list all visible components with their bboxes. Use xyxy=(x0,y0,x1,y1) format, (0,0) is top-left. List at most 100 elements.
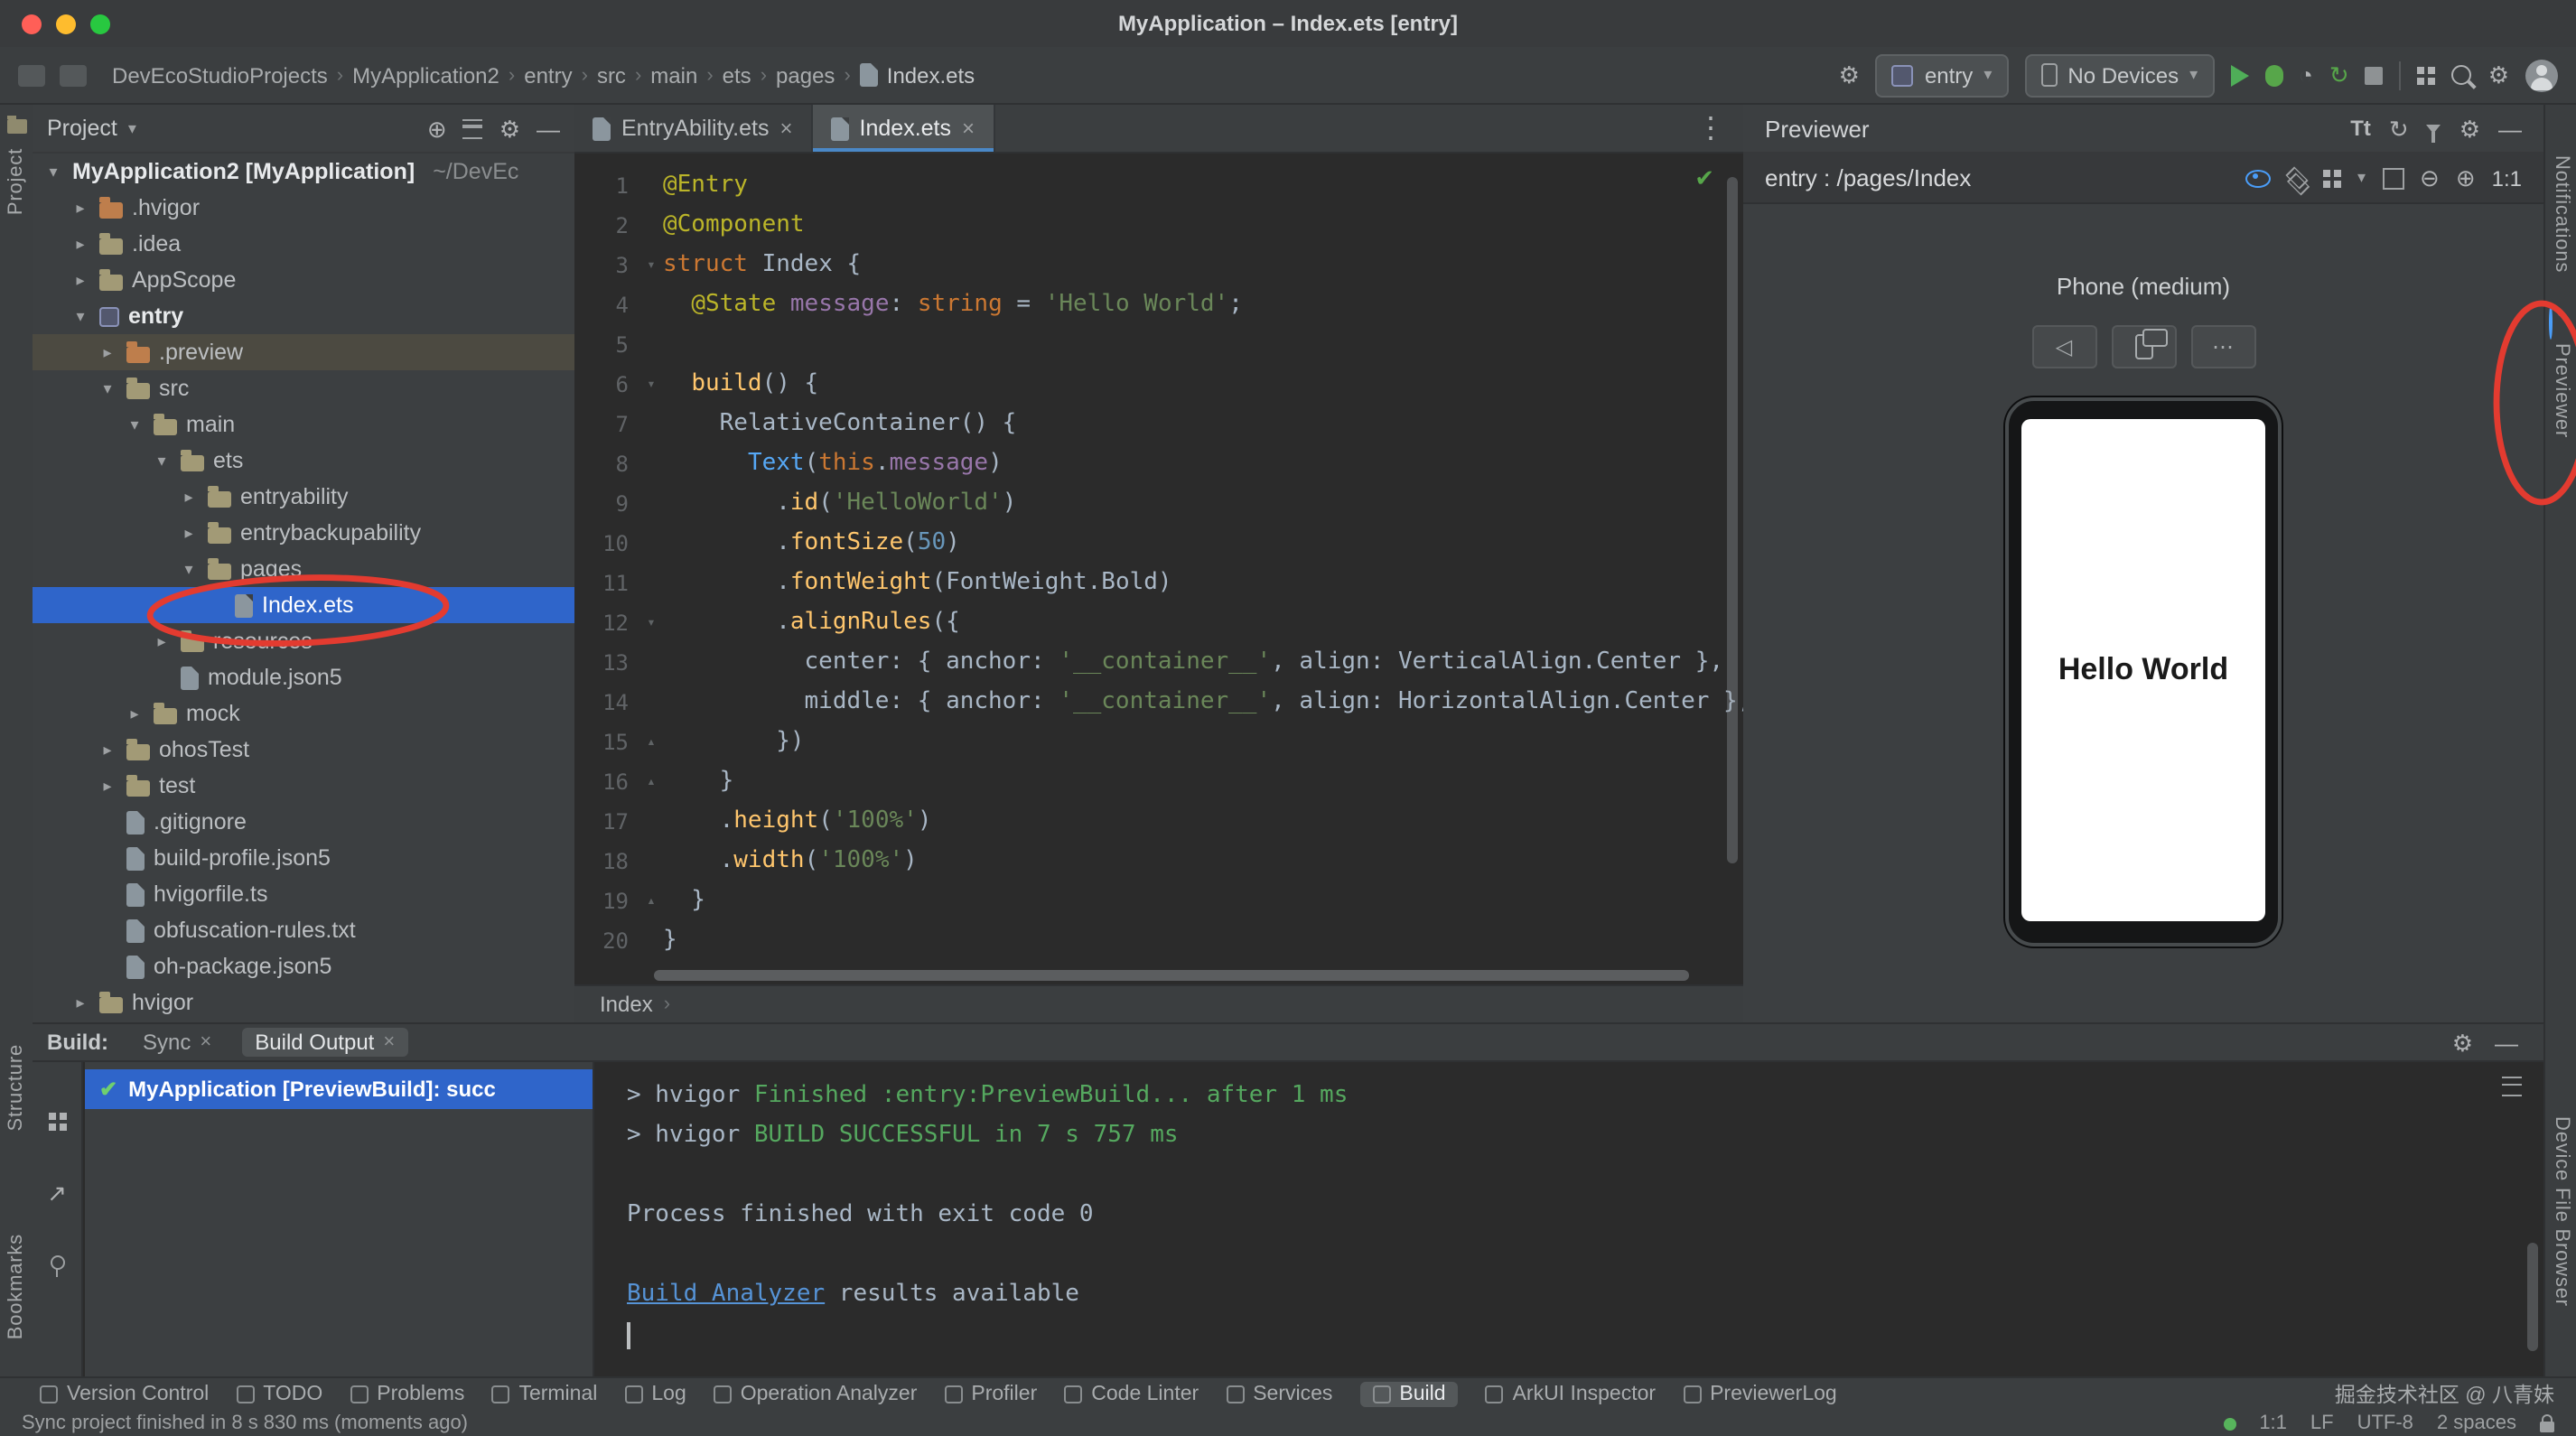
fold-marker-icon[interactable]: ▴ xyxy=(639,881,663,921)
refresh-icon[interactable]: ↻ xyxy=(2389,117,2409,140)
toolbar-window-icon[interactable] xyxy=(60,64,87,86)
tree-item-gitignore[interactable]: .gitignore xyxy=(33,804,574,840)
chevron-icon[interactable]: ▸ xyxy=(70,270,90,290)
fold-marker-icon[interactable]: ▴ xyxy=(639,762,663,802)
open-in-new-icon[interactable]: ↗ xyxy=(47,1181,67,1205)
breadcrumb-item-devecostudioprojects[interactable]: DevEcoStudioProjects xyxy=(112,62,328,88)
tree-item-hvigor[interactable]: ▸hvigor xyxy=(33,984,574,1021)
more-options-button[interactable]: ⋯ xyxy=(2190,325,2255,368)
minimize-window-button[interactable] xyxy=(56,14,76,34)
chevron-icon[interactable]: ▾ xyxy=(43,162,63,182)
inspection-ok-icon[interactable]: ✔ xyxy=(1694,164,1714,193)
debug-button[interactable] xyxy=(2264,64,2282,86)
tree-item-myapplication2-myapplication[interactable]: ▾MyApplication2 [MyApplication] ~/DevEc xyxy=(33,154,574,190)
profiler-icon[interactable]: ◔ xyxy=(2299,63,2313,87)
device-selector[interactable]: No Devices ▾ xyxy=(2024,53,2214,97)
caret-position[interactable]: 1:1 xyxy=(2259,1413,2287,1434)
chevron-icon[interactable]: ▸ xyxy=(179,523,199,543)
editor-tab-entryability-ets[interactable]: EntryAbility.ets× xyxy=(574,105,813,152)
tree-item-src[interactable]: ▾src xyxy=(33,370,574,406)
gear-icon[interactable]: ⚙ xyxy=(499,117,520,140)
line-number[interactable]: 19 xyxy=(574,881,639,921)
filter-icon[interactable] xyxy=(2427,124,2441,133)
tree-item-hvigorfile-ts[interactable]: hvigorfile.ts xyxy=(33,876,574,912)
line-number[interactable]: 13 xyxy=(574,643,639,683)
chevron-icon[interactable]: ▸ xyxy=(98,776,117,796)
toolwindow-button-version-control[interactable]: Version Control xyxy=(40,1384,209,1405)
close-icon[interactable]: × xyxy=(962,116,975,141)
toolwindow-button-profiler[interactable]: Profiler xyxy=(944,1384,1037,1405)
project-panel-title[interactable]: Project xyxy=(47,116,117,141)
breadcrumb-item-ets[interactable]: ets xyxy=(723,62,751,88)
rerun-icon[interactable]: ↻ xyxy=(2329,63,2349,87)
close-window-button[interactable] xyxy=(22,14,42,34)
lock-icon[interactable] xyxy=(2540,1421,2554,1431)
line-number[interactable]: 18 xyxy=(574,842,639,881)
locate-file-icon[interactable]: ⊕ xyxy=(427,117,447,140)
line-number[interactable]: 4 xyxy=(574,285,639,325)
right-stripe-previewer-tab[interactable]: Previewer xyxy=(2551,343,2572,438)
layout-icon[interactable] xyxy=(48,1113,55,1120)
line-number[interactable]: 12 xyxy=(574,603,639,643)
tree-item-test[interactable]: ▸test xyxy=(33,768,574,804)
previewer-tab-icon[interactable] xyxy=(2549,305,2553,340)
chevron-down-icon[interactable]: ▾ xyxy=(128,118,136,138)
chevron-icon[interactable]: ▾ xyxy=(179,559,199,579)
tree-item-obfuscation-rules-txt[interactable]: obfuscation-rules.txt xyxy=(33,912,574,948)
chevron-icon[interactable]: ▾ xyxy=(125,415,145,434)
phone-screen[interactable]: Hello World xyxy=(2021,419,2265,921)
module-selector[interactable]: entry ▾ xyxy=(1876,53,2008,97)
line-number[interactable]: 17 xyxy=(574,802,639,842)
build-tab-sync[interactable]: Sync× xyxy=(130,1028,224,1057)
toolwindow-button-code-linter[interactable]: Code Linter xyxy=(1064,1384,1199,1405)
tree-item-hvigor[interactable]: ▸.hvigor xyxy=(33,190,574,226)
collapse-all-icon[interactable] xyxy=(463,118,483,138)
gear-icon[interactable]: ⚙ xyxy=(2459,117,2480,140)
gear-icon[interactable]: ⚙ xyxy=(2452,1030,2473,1054)
breadcrumb-item-myapplication2[interactable]: MyApplication2 xyxy=(352,62,499,88)
left-stripe-bookmarks-tab[interactable]: Bookmarks xyxy=(5,1234,27,1339)
tree-item-resources[interactable]: ▸resources xyxy=(33,623,574,659)
tree-item-oh-package-json5[interactable]: oh-package.json5 xyxy=(33,948,574,984)
line-number[interactable]: 1 xyxy=(574,166,639,206)
close-icon[interactable]: × xyxy=(383,1031,395,1053)
line-number[interactable]: 8 xyxy=(574,444,639,484)
chevron-icon[interactable]: ▸ xyxy=(98,740,117,760)
chevron-icon[interactable]: ▾ xyxy=(98,378,117,398)
tree-item-entry[interactable]: ▾entry xyxy=(33,298,574,334)
chevron-icon[interactable]: ▸ xyxy=(125,704,145,723)
tree-item-preview[interactable]: ▸.preview xyxy=(33,334,574,370)
fold-marker-icon[interactable]: ▴ xyxy=(639,723,663,762)
run-button[interactable] xyxy=(2230,64,2248,86)
breadcrumb-item-src[interactable]: src xyxy=(597,62,626,88)
inspect-icon[interactable] xyxy=(2245,169,2271,187)
tree-item-entrybackupability[interactable]: ▸entrybackupability xyxy=(33,515,574,551)
toolwindow-button-arkui-inspector[interactable]: ArkUI Inspector xyxy=(1486,1384,1657,1405)
chevron-down-icon[interactable]: ▾ xyxy=(2357,168,2366,188)
indent-setting[interactable]: 2 spaces xyxy=(2437,1413,2516,1434)
line-number[interactable]: 20 xyxy=(574,921,639,961)
tree-item-mock[interactable]: ▸mock xyxy=(33,695,574,732)
left-stripe-structure-tab[interactable]: Structure xyxy=(5,1044,27,1131)
build-analyzer-link[interactable]: Build Analyzer xyxy=(627,1281,825,1308)
line-number[interactable]: 2 xyxy=(574,206,639,246)
toolwindow-button-previewerlog[interactable]: PreviewerLog xyxy=(1683,1384,1837,1405)
toolwindow-button-todo[interactable]: TODO xyxy=(236,1384,322,1405)
chevron-icon[interactable]: ▸ xyxy=(152,631,172,651)
editor-vertical-scrollbar[interactable] xyxy=(1727,177,1738,863)
console-scrollbar[interactable] xyxy=(2527,1243,2538,1351)
build-tab-build-output[interactable]: Build Output× xyxy=(242,1028,407,1057)
chevron-icon[interactable]: ▸ xyxy=(70,234,90,254)
line-number[interactable]: 11 xyxy=(574,564,639,603)
tree-item-pages[interactable]: ▾pages xyxy=(33,551,574,587)
line-number[interactable]: 7 xyxy=(574,405,639,444)
toolwindow-button-services[interactable]: Services xyxy=(1226,1384,1332,1405)
breadcrumb-item-pages[interactable]: pages xyxy=(776,62,835,88)
chevron-icon[interactable]: ▸ xyxy=(179,487,199,507)
font-size-icon[interactable]: Tt xyxy=(2350,116,2371,141)
soft-wrap-icon[interactable] xyxy=(2502,1077,2522,1096)
editor-tab-index-ets[interactable]: Index.ets× xyxy=(813,105,995,152)
tree-item-module-json5[interactable]: module.json5 xyxy=(33,659,574,695)
toolwindow-button-build[interactable]: Build xyxy=(1359,1382,1458,1407)
code-editor[interactable]: 1@Entry2@Component3▾struct Index {4 @Sta… xyxy=(574,154,1743,981)
